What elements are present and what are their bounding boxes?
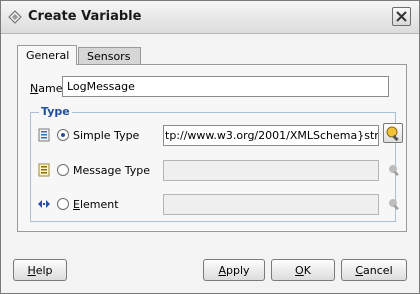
simple-type-field[interactable]: tp://www.w3.org/2001/XMLSchema}string <box>163 125 379 146</box>
help-label-rest: elp <box>35 264 53 277</box>
simple-type-label[interactable]: Simple Type <box>73 129 139 142</box>
ok-button[interactable]: OK <box>271 259 335 281</box>
tab-sensors[interactable]: Sensors <box>78 47 141 64</box>
element-icon <box>38 200 50 208</box>
type-group-title: Type <box>39 105 72 118</box>
simple-type-icon <box>38 128 50 142</box>
simple-type-radio[interactable] <box>57 129 69 141</box>
apply-label-rest: pply <box>226 264 250 277</box>
ok-label-rest: K <box>303 264 311 277</box>
browse-button[interactable] <box>383 123 403 143</box>
element-field[interactable] <box>163 194 379 215</box>
element-label[interactable]: Element <box>73 198 119 211</box>
title-bar[interactable]: Create Variable <box>1 1 419 34</box>
cancel-button[interactable]: Cancel <box>341 259 407 281</box>
element-browse-icon[interactable] <box>387 197 401 211</box>
dialog-title: Create Variable <box>28 9 142 24</box>
message-type-icon <box>38 163 50 177</box>
type-group: Type Simple Type tp://www.w3.org/2001/XM… <box>30 105 403 222</box>
close-button[interactable] <box>392 7 411 26</box>
element-mnemonic: E <box>73 198 80 211</box>
app-icon <box>8 10 22 24</box>
flashlight-icon <box>386 126 399 142</box>
element-radio[interactable] <box>57 198 69 210</box>
help-button[interactable]: Help <box>13 259 67 281</box>
cancel-label-rest: ancel <box>363 264 393 277</box>
cancel-mnemonic: C <box>355 264 364 277</box>
help-mnemonic: H <box>27 264 36 277</box>
close-icon <box>396 11 407 22</box>
message-type-label[interactable]: Message Type <box>73 164 150 177</box>
name-mnemonic: N <box>30 82 39 95</box>
create-variable-dialog: Create Variable General Sensors Name: Lo… <box>0 0 420 294</box>
ok-mnemonic: O <box>295 264 304 277</box>
message-type-browse-icon[interactable] <box>387 163 401 177</box>
tab-general[interactable]: General <box>17 45 77 65</box>
name-input[interactable]: LogMessage <box>62 76 389 97</box>
element-label-rest: lement <box>79 198 119 211</box>
message-type-field[interactable] <box>163 160 379 181</box>
general-panel: Name: LogMessage Type Simple Type tp://w… <box>17 64 407 232</box>
name-label: Name: <box>30 82 66 95</box>
apply-button[interactable]: Apply <box>203 259 265 281</box>
message-type-radio[interactable] <box>57 164 69 176</box>
apply-mnemonic: A <box>218 264 226 277</box>
